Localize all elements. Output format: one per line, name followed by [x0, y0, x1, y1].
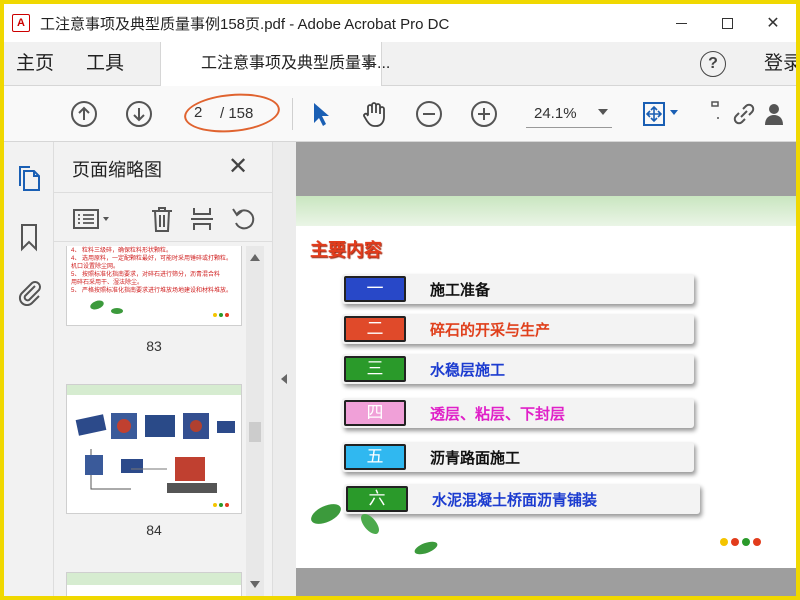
- hand-icon[interactable]: [360, 100, 388, 128]
- tab-home[interactable]: 主页: [16, 42, 54, 86]
- row-text: 施工准备: [430, 281, 491, 299]
- toolbar-divider: [292, 98, 293, 130]
- zoom-value: 24.1%: [534, 105, 577, 122]
- maximize-icon: [721, 17, 733, 29]
- row-text: 碎石的开采与生产: [430, 321, 551, 339]
- row-number: 三: [344, 356, 406, 382]
- thumbnail-header-band: [67, 573, 241, 585]
- close-window-button[interactable]: ✕: [750, 4, 796, 42]
- panel-close-button[interactable]: ✕: [228, 152, 248, 181]
- page-main-title: 主要内容: [310, 240, 382, 261]
- row-number: 四: [344, 400, 406, 426]
- share-user-icon[interactable]: [762, 100, 790, 128]
- dot: [720, 538, 728, 546]
- row-number: 一: [344, 276, 406, 302]
- window-controls: ✕: [658, 4, 796, 42]
- dot: [742, 538, 750, 546]
- dot: [753, 538, 761, 546]
- page-header-band: [296, 196, 796, 226]
- thumbnail-text: 4、 粒料三级碎，确保粒料形状颗粒。 4、 选用原料，一定配颗粒最好，可能时采用…: [71, 247, 239, 295]
- zoom-select[interactable]: 24.1%: [526, 100, 612, 128]
- bookmark-icon[interactable]: [15, 222, 43, 252]
- thumbnail-line: 4、 选用原料，一定配颗粒最好，可能时采用锤碎或打颗粒。: [71, 256, 233, 262]
- thumbnail-page-84[interactable]: [66, 384, 242, 514]
- thumbnail-page-number: 84: [146, 522, 162, 538]
- page-dots: [720, 538, 761, 546]
- help-icon[interactable]: ?: [700, 51, 726, 77]
- fit-dropdown-icon[interactable]: [670, 110, 678, 115]
- menu-tab-bar: 主页 工具 工注意事项及典型质量事... × ? 登录: [4, 42, 800, 86]
- pages-icon[interactable]: [15, 164, 43, 194]
- window-title: 工注意事项及典型质量事例158页.pdf - Adobe Acrobat Pro…: [40, 15, 450, 33]
- chevron-down-icon: [598, 109, 608, 115]
- thumbnail-options-icon[interactable]: [72, 205, 112, 233]
- crusher-machines-image: [75, 413, 235, 493]
- delete-page-icon[interactable]: [148, 205, 176, 233]
- row-text: 透层、粘层、下封层: [430, 405, 566, 423]
- document-tab-close-button[interactable]: ×: [364, 42, 373, 86]
- zoom-in-icon[interactable]: [470, 100, 498, 128]
- leaf-decoration: [311, 504, 438, 555]
- document-tab-label: 工注意事项及典型质量事...: [201, 55, 391, 72]
- main-toolbar: 2 / 158 24.1%: [4, 86, 796, 142]
- fit-page-icon[interactable]: [640, 100, 668, 128]
- maximize-button[interactable]: [704, 4, 750, 42]
- link-icon[interactable]: [730, 100, 758, 128]
- row-number: 五: [344, 444, 406, 470]
- navigation-rail: [4, 142, 54, 596]
- pdf-page: 主要内容 一 施工准备 二 碎石的开采与生产 三 水稳层施工 四 透层、粘层、下…: [296, 196, 796, 568]
- thumbnail-header-band: [67, 385, 241, 395]
- thumbnail-page-83[interactable]: 4、 粒料三级碎，确保粒料形状颗粒。 4、 选用原料，一定配颗粒最好，可能时采用…: [66, 246, 242, 326]
- thumbnail-toolbar: [54, 192, 272, 242]
- thumbnail-line: 机口设置除尘网。: [71, 264, 120, 270]
- thumbnail-line: 5、 严格按照标准化指南要求进行堆放场地建设和材料堆放。: [71, 288, 233, 294]
- thumbnail-line: 用碎石采用干、湿法除尘。: [71, 280, 144, 286]
- arrow-up-circle-icon[interactable]: [70, 100, 98, 128]
- highlight-ellipse: [182, 89, 282, 137]
- title-bar: A 工注意事项及典型质量事例158页.pdf - Adobe Acrobat P…: [4, 4, 796, 42]
- document-tab[interactable]: 工注意事项及典型质量事... ×: [160, 42, 390, 86]
- attachment-icon[interactable]: [15, 276, 43, 306]
- thumbnail-list: 4、 粒料三级碎，确保粒料形状颗粒。 4、 选用原料，一定配颗粒最好，可能时采用…: [54, 246, 264, 596]
- row-text: 水泥混凝土桥面沥青铺装: [432, 491, 598, 509]
- extract-page-icon[interactable]: [188, 205, 216, 233]
- rotate-page-icon[interactable]: [230, 205, 258, 233]
- collapse-arrow-icon[interactable]: [281, 374, 287, 384]
- row-number: 二: [344, 316, 406, 342]
- thumbnail-line: 5、 按照标准化指南要求，对碎石进行筛分，沥青混合料: [71, 272, 221, 278]
- minimize-icon: [675, 22, 687, 24]
- panel-title: 页面缩略图: [72, 160, 162, 180]
- panel-collapse-strip[interactable]: [272, 142, 296, 596]
- dot: [731, 538, 739, 546]
- page-dots: [213, 313, 229, 317]
- scrollbar-thumb[interactable]: [249, 422, 261, 442]
- pointer-icon[interactable]: [306, 100, 334, 128]
- minimize-button[interactable]: [658, 4, 704, 42]
- acrobat-icon: A: [12, 14, 30, 32]
- scroll-down-arrow-icon[interactable]: [250, 581, 260, 588]
- thumbnail-page-85[interactable]: [66, 572, 242, 596]
- row-text: 水稳层施工: [430, 361, 506, 379]
- thumbnail-scrollbar[interactable]: [246, 246, 264, 596]
- page-dots: [213, 503, 229, 507]
- login-button[interactable]: 登录: [764, 42, 800, 86]
- arrow-down-circle-icon[interactable]: [125, 100, 153, 128]
- tab-tools[interactable]: 工具: [86, 42, 124, 86]
- zoom-out-icon[interactable]: [415, 100, 443, 128]
- page-thumbnails-panel: 页面缩略图 ✕ 4、 粒料三级碎，确保粒料形状颗粒。 4、 选用原料，一定配颗粒…: [54, 142, 272, 596]
- scroll-up-arrow-icon[interactable]: [250, 254, 260, 261]
- thumbnail-page-number: 83: [146, 338, 162, 354]
- more-tools-icon[interactable]: [706, 100, 722, 128]
- row-text: 沥青路面施工: [430, 449, 521, 467]
- document-view[interactable]: 主要内容 一 施工准备 二 碎石的开采与生产 三 水稳层施工 四 透层、粘层、下…: [296, 142, 796, 596]
- leaf-decoration: [90, 300, 123, 314]
- thumbnail-line: 4、 粒料三级碎，确保粒料形状颗粒。: [71, 248, 173, 254]
